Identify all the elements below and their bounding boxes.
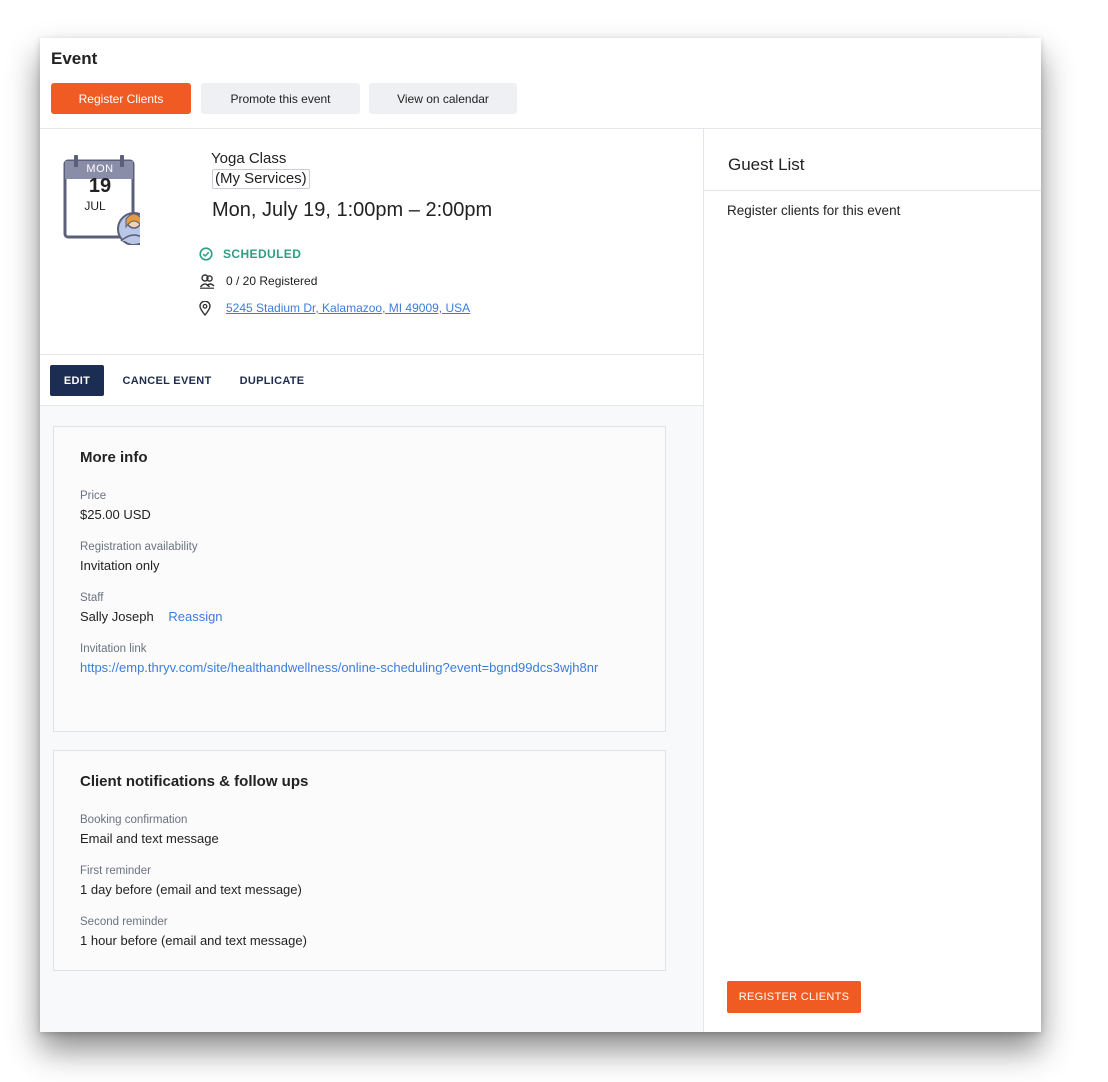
event-header: Event Register Clients Promote this even… [40,38,1041,129]
reassign-link[interactable]: Reassign [168,609,222,624]
registered-count: 0 / 20 Registered [226,274,318,288]
promote-event-button[interactable]: Promote this event [201,83,360,114]
more-info-card: More info Price $25.00 USD Registration … [53,426,666,732]
guest-list-panel: Guest List Register clients for this eve… [703,129,1041,1032]
guest-list-description: Register clients for this event [727,203,901,218]
more-info-title: More info [80,449,148,466]
guest-list-divider [704,190,1041,191]
event-window: Event Register Clients Promote this even… [40,38,1041,1032]
second-reminder-label: Second reminder [80,916,168,928]
staff-label: Staff [80,592,104,604]
notifications-title: Client notifications & follow ups [80,773,309,790]
guest-list-title: Guest List [728,155,805,174]
second-reminder-value: 1 hour before (email and text message) [80,933,307,948]
price-value: $25.00 USD [80,507,151,522]
booking-value: Email and text message [80,831,219,846]
people-icon [199,274,215,289]
calendar-day: 19 [88,175,112,197]
view-on-calendar-button[interactable]: View on calendar [369,83,517,114]
edit-button[interactable]: EDIT [50,365,104,396]
address-row: 5245 Stadium Dr, Kalamazoo, MI 49009, US… [199,299,470,317]
register-clients-button[interactable]: Register Clients [51,83,191,114]
event-summary: MON 19 JUL Yoga Class (My Services) Mon,… [40,129,703,355]
availability-label: Registration availability [80,541,198,553]
notifications-card: Client notifications & follow ups Bookin… [53,750,666,971]
booking-label: Booking confirmation [80,814,188,826]
calendar-day-of-week: MON [86,163,114,175]
duplicate-button[interactable]: DUPLICATE [231,365,313,396]
registered-row: 0 / 20 Registered [199,272,317,290]
event-category: (My Services) [212,169,310,189]
first-reminder-label: First reminder [80,865,151,877]
event-datetime: Mon, July 19, 1:00pm – 2:00pm [212,199,493,221]
check-circle-icon [199,247,213,261]
event-name: Yoga Class [211,150,287,167]
invitation-link[interactable]: https://emp.thryv.com/site/healthandwell… [80,659,600,676]
calendar-with-avatar-icon: MON 19 JUL [60,153,151,246]
map-pin-icon [199,300,211,316]
availability-value: Invitation only [80,558,160,573]
event-details-panel: MON 19 JUL Yoga Class (My Services) Mon,… [40,129,703,1032]
guest-list-register-button[interactable]: REGISTER CLIENTS [727,981,861,1013]
status-row: SCHEDULED [199,245,301,263]
page-title: Event [51,49,98,68]
staff-name: Sally Joseph [80,609,154,624]
cancel-event-button[interactable]: CANCEL EVENT [117,365,217,396]
calendar-month: JUL [84,199,106,213]
invitation-label: Invitation link [80,643,147,655]
first-reminder-value: 1 day before (email and text message) [80,882,302,897]
status-badge: SCHEDULED [223,247,302,261]
price-label: Price [80,490,107,502]
address-link[interactable]: 5245 Stadium Dr, Kalamazoo, MI 49009, US… [226,301,470,315]
event-actions-bar: EDIT CANCEL EVENT DUPLICATE [40,355,703,406]
staff-row: Sally Joseph Reassign [80,609,223,624]
